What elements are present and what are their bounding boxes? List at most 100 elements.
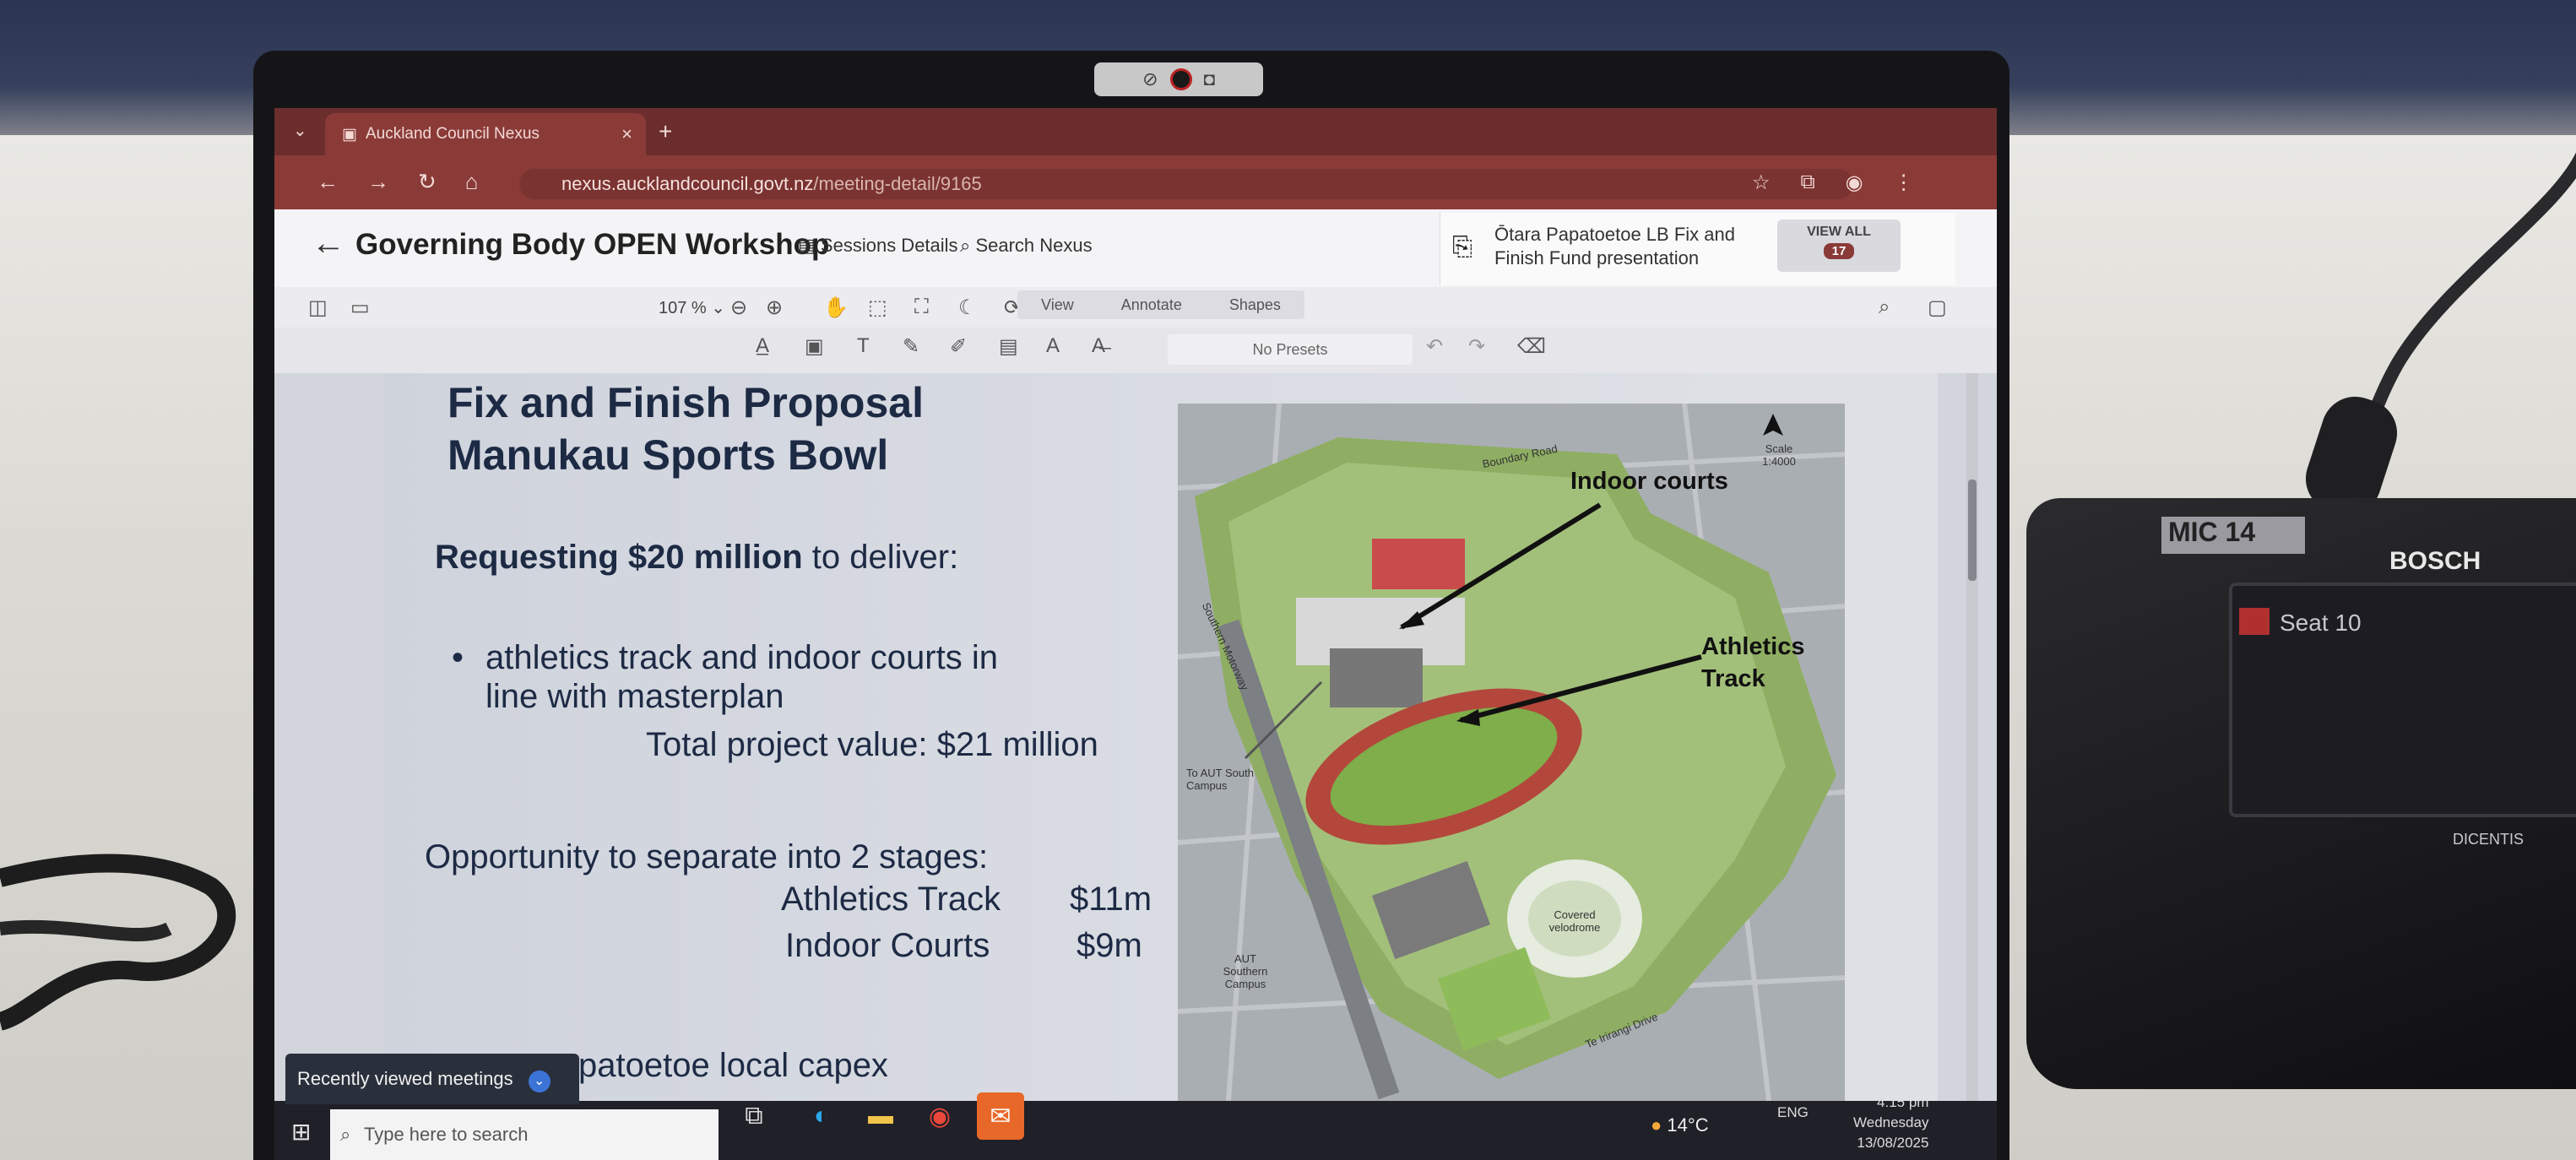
recently-viewed-meetings-toggle[interactable]: Recently viewed meetings ⌄ [285,1054,579,1104]
stage-value: $11m [1070,881,1152,918]
tab-title: Auckland Council Nexus [365,125,540,143]
tab-close-icon[interactable]: × [621,123,632,145]
task-view-icon[interactable]: ⧉ [730,1092,778,1140]
microphone-gooseneck [2305,152,2576,515]
search-icon: ⌕ [960,235,971,256]
undo-icon[interactable]: ↶ [1426,334,1443,359]
stage-name: Indoor Courts [785,927,990,964]
system-clock[interactable]: 4:15 pm Wednesday 13/08/2025 [1853,1092,1928,1153]
clock-day: Wednesday [1853,1114,1929,1130]
zoom-out-icon[interactable]: ⊖ [730,295,747,320]
mic-sub-brand: DICENTIS [2453,831,2524,848]
sessions-details-link[interactable]: ▤ Sessions Details [798,235,958,257]
tab-view[interactable]: View [1041,296,1074,314]
profile-icon[interactable]: ◉ [1846,171,1863,195]
slide-request: Requesting $20 million to deliver: [435,539,958,577]
search-nexus-label: Search Nexus [975,235,1093,256]
view-all-button[interactable]: VIEW ALL 17 [1777,220,1901,272]
new-tab-button[interactable]: + [659,118,672,145]
extensions-icon[interactable]: ⧉ [1801,171,1815,195]
browser-actions: ☆ ⧉ ◉ ⋮ [1752,171,1914,195]
document-scrollbar-thumb[interactable] [1968,480,1977,581]
taskbar-search-placeholder: Type here to search [364,1124,529,1145]
webcam-shutter[interactable]: ⊘ ◘ [1094,62,1263,96]
camera-icon: ◘ [1203,68,1215,89]
fit-page-icon[interactable]: ⛶ [914,295,929,319]
sessions-label: Sessions Details [820,235,958,256]
camera-off-icon: ⊘ [1142,68,1158,89]
calendar-icon: ▤ [798,235,816,256]
view-all-label: VIEW ALL [1807,225,1871,239]
sidebar-toggle-icon[interactable]: ◫ [308,295,328,320]
url-field[interactable]: nexus.aucklandcouncil.govt.nz/meeting-de… [519,169,1853,199]
map-label-athletics: Athletics [1701,633,1805,660]
back-arrow-icon[interactable]: ← [317,169,339,195]
total-project-value: Total project value: $21 million [646,726,1098,763]
highlighter-icon[interactable]: ✎ [903,334,919,359]
back-button[interactable]: ← [312,225,345,263]
map-label-indoor-courts: Indoor courts [1570,468,1728,495]
page-favicon-icon: ▣ [342,125,357,144]
clock-time: 4:15 pm [1877,1094,1929,1110]
search-nexus-link[interactable]: ⌕ Search Nexus [960,235,1093,257]
annotation-toolbar [274,328,1997,374]
menu-kebab-icon[interactable]: ⋮ [1894,171,1914,195]
strikethrough-icon[interactable]: A̶ [1092,334,1105,358]
stage-value: $9m [1076,927,1142,964]
zoom-in-icon[interactable]: ⊕ [766,295,783,320]
free-text-icon[interactable]: T [857,334,870,358]
stage-name: Athletics Track [781,881,1001,918]
bookmark-star-icon[interactable]: ☆ [1752,171,1771,195]
pen-icon[interactable]: ✐ [950,334,967,359]
zoom-level[interactable]: 107 % ⌄ [659,297,725,318]
tab-annotate[interactable]: Annotate [1121,296,1182,314]
select-area-icon[interactable]: ⬚ [868,295,887,320]
bullet-line1: athletics track and indoor courts in [485,639,998,676]
presets-dropdown[interactable]: No Presets [1168,334,1413,365]
text-underline-icon[interactable]: A̲ [756,334,769,358]
mic-seat-text: Seat 10 [2280,610,2362,636]
redo-icon[interactable]: ↷ [1468,334,1485,359]
slide-title-line1: Fix and Finish Proposal [447,379,924,426]
page-thumbnail-icon[interactable]: ▭ [350,295,370,320]
comment-icon[interactable]: ▤ [999,334,1018,359]
home-icon[interactable]: ⌂ [465,169,479,195]
taskbar-search-input[interactable]: ⌕ Type here to search [330,1109,719,1160]
bullet-line2: line with masterplan [485,678,784,715]
viewer-mode-tabs: View Annotate Shapes [1017,290,1304,319]
tab-list-chevron-icon[interactable]: ⌄ [293,120,307,141]
text-box-icon[interactable]: ▣ [805,334,824,359]
map-velodrome: Covered velodrome [1548,908,1601,934]
slide-title: Fix and Finish Proposal Manukau Sports B… [447,377,1039,481]
map-aut-south: To AUT South Campus [1186,767,1254,792]
reload-icon[interactable]: ↻ [418,169,437,195]
text-color-icon[interactable]: A [1046,334,1060,358]
language-indicator[interactable]: ENG [1777,1104,1809,1121]
tab-shapes[interactable]: Shapes [1229,296,1281,314]
dark-mode-icon[interactable]: ☾ [958,295,977,320]
screen-content: ⌄ ▣ Auckland Council Nexus × + ← → ↻ ⌂ n… [274,108,1997,1160]
map-scale: Scale 1:4000 [1762,442,1796,468]
weather-sun-icon: ● [1651,1114,1662,1136]
outlook-icon[interactable]: ✉ [977,1092,1024,1140]
eraser-icon[interactable]: ⌫ [1517,334,1546,359]
map-aut-southern: AUT Southern Campus [1223,952,1268,990]
comments-icon[interactable]: ▢ [1928,295,1947,320]
cable-bundle [0,854,236,1031]
forward-arrow-icon[interactable]: → [367,169,389,195]
search-icon: ⌕ [340,1124,351,1145]
recently-viewed-label: Recently viewed meetings [297,1068,513,1089]
slide-title-line2: Manukau Sports Bowl [447,431,889,479]
windows-start-icon[interactable]: ⊞ [291,1118,311,1146]
request-amount: Requesting $20 million [435,539,803,576]
browser-tab-active[interactable]: ▣ Auckland Council Nexus × [325,113,646,155]
chrome-browser-icon[interactable]: ◉ [916,1092,963,1140]
local-capex-text: patoetoe local capex [578,1047,888,1084]
document-title[interactable]: Ōtara Papatoetoe LB Fix and Finish Fund … [1494,223,1782,270]
weather-widget[interactable]: ● 14°C [1651,1114,1709,1136]
parking-a [1330,648,1423,707]
file-explorer-icon[interactable]: ▬ [857,1092,904,1140]
edge-browser-icon[interactable]: ◐ [798,1092,845,1140]
search-document-icon[interactable]: ⌕ [1879,295,1890,319]
pan-hand-icon[interactable]: ✋ [823,295,849,320]
